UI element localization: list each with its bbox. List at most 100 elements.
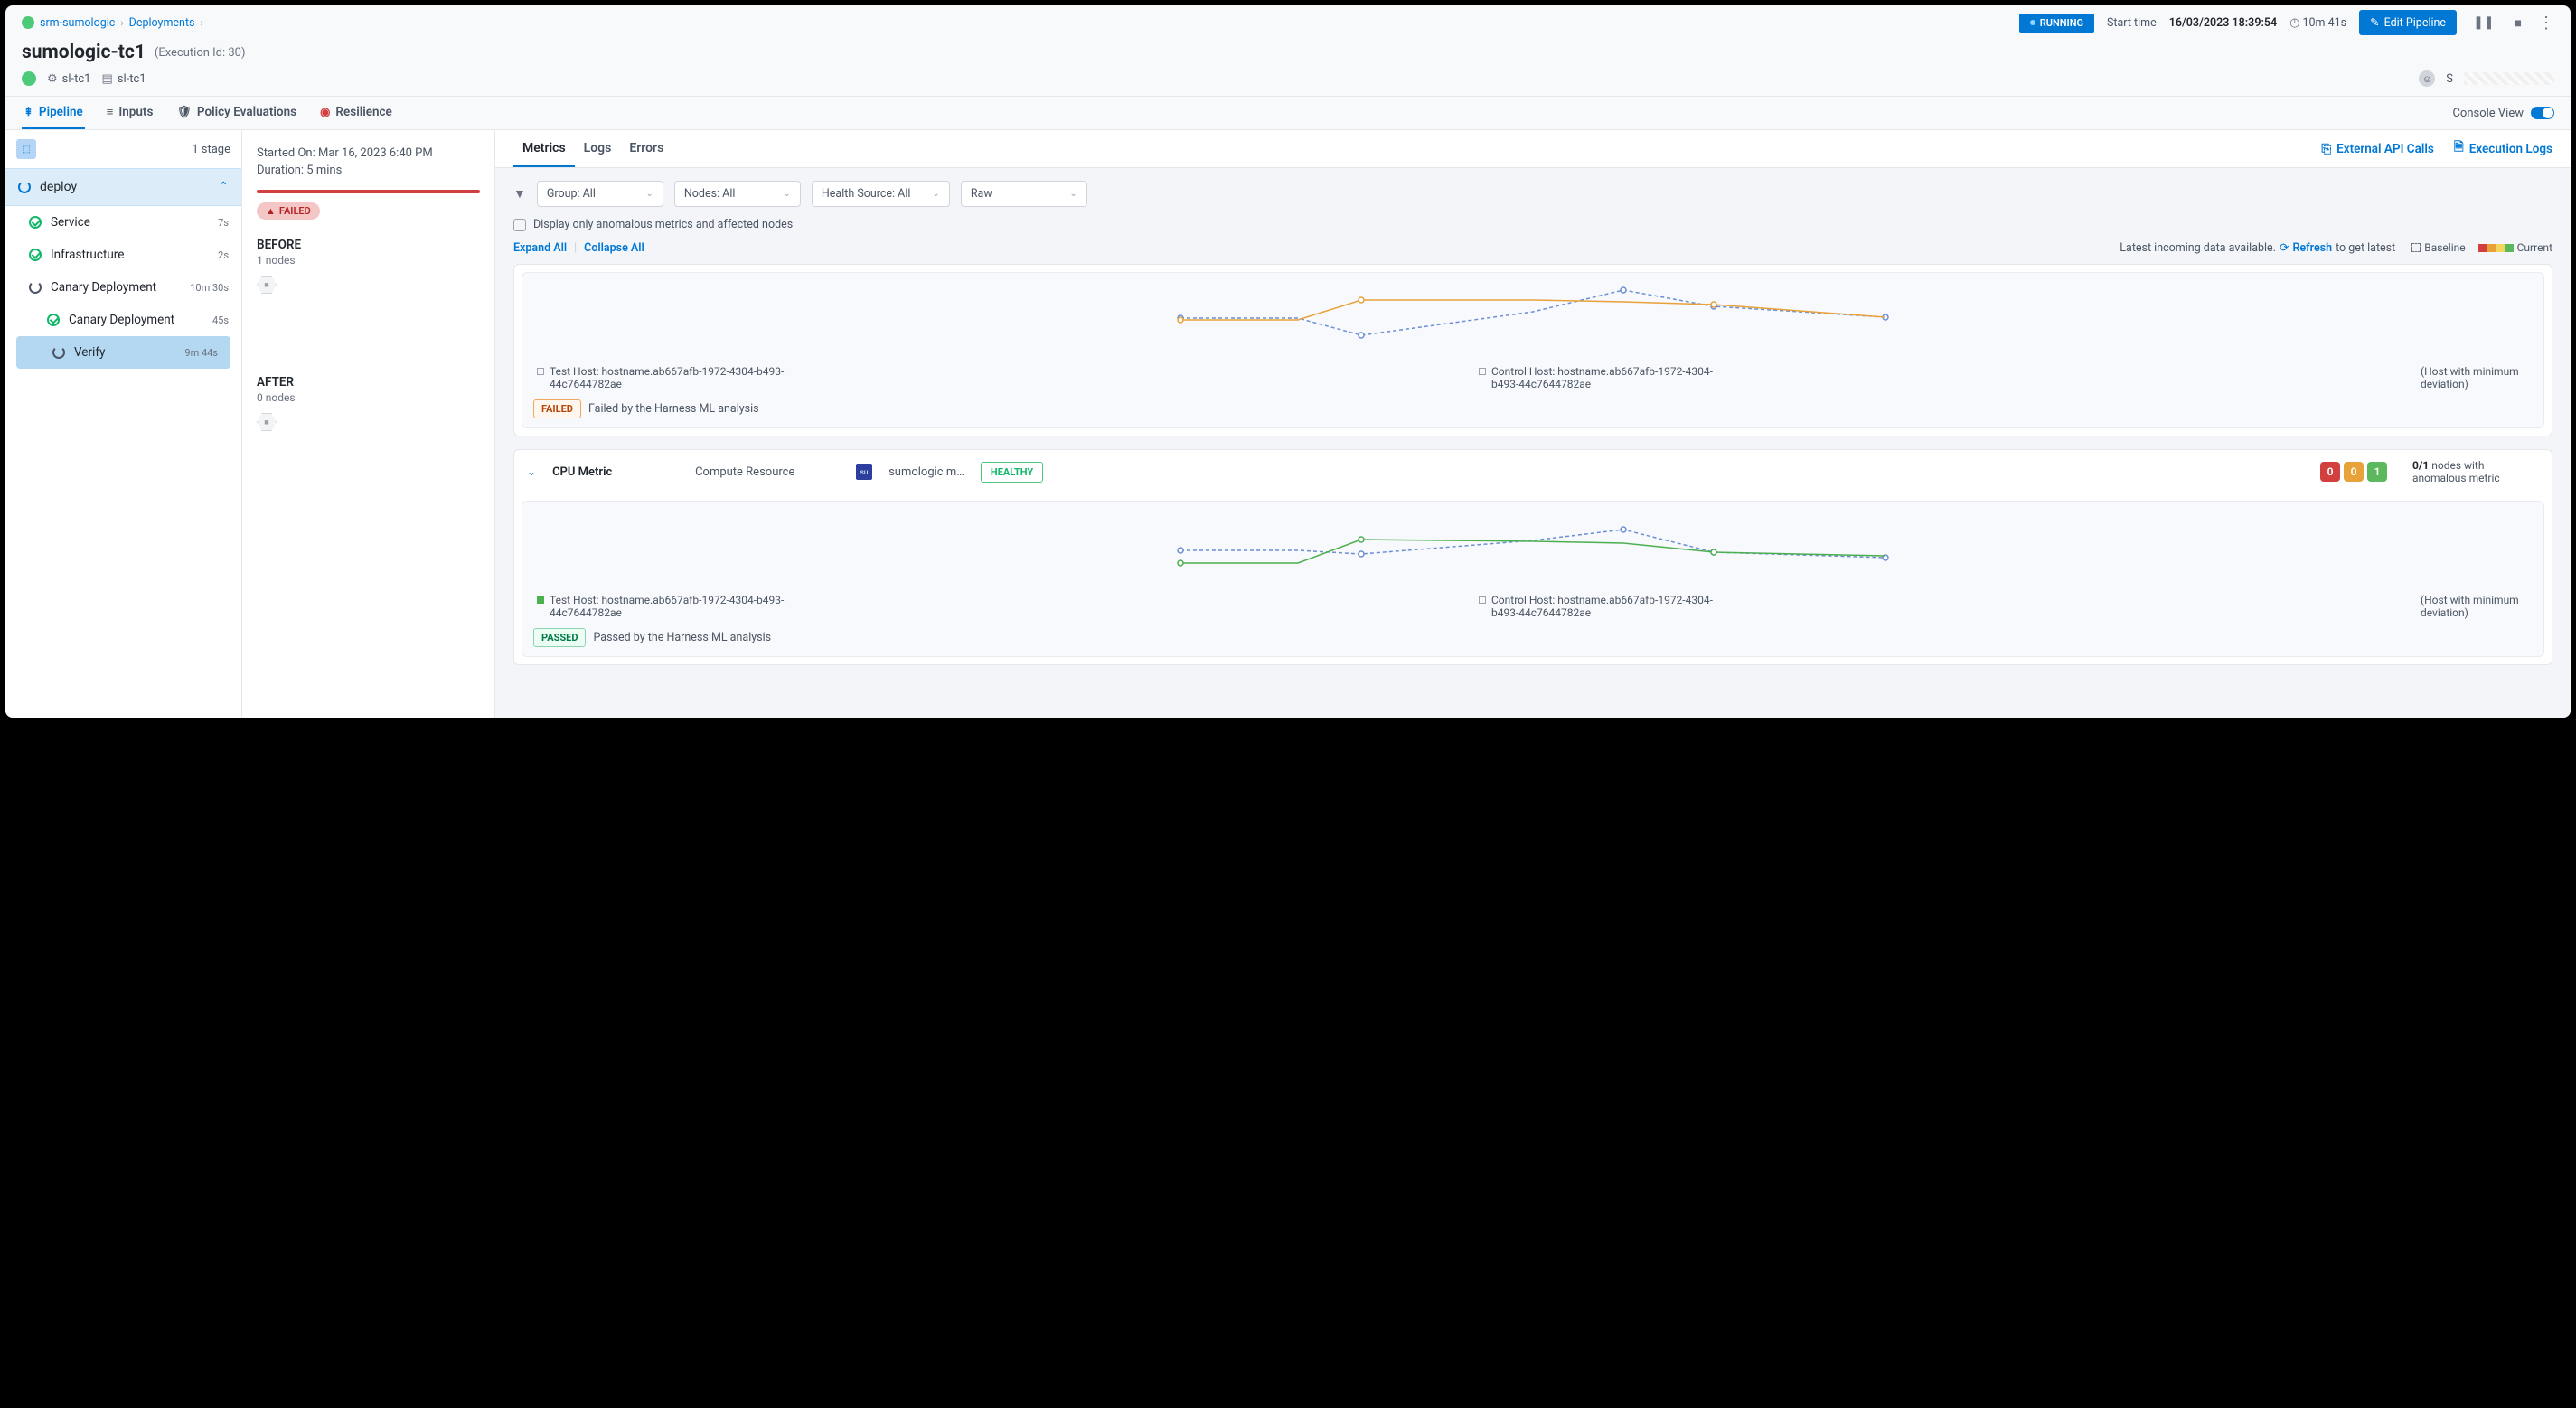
doc-icon: 🗎 (2454, 138, 2464, 159)
step-canary[interactable]: Canary Deployment 10m 30s (5, 271, 241, 304)
stage-sidebar: ⬚ 1 stage deploy ⌃ Service 7s Infrastruc… (5, 130, 242, 718)
execution-id: (Execution Id: 30) (155, 46, 246, 60)
pipeline-icon: ⇞ (24, 106, 33, 119)
analysis-message: Passed by the Harness ML analysis (593, 631, 771, 644)
pause-button[interactable]: ❚❚ (2469, 14, 2497, 32)
check-icon (29, 249, 42, 261)
chevron-right-icon: › (120, 17, 123, 29)
health-source-select[interactable]: Health Source: All⌄ (812, 181, 950, 207)
gear-icon (47, 72, 58, 86)
breadcrumb-project[interactable]: srm-sumologic (40, 16, 115, 30)
api-icon: ⎘ (2321, 142, 2331, 156)
tab-logs[interactable]: Logs (575, 130, 621, 167)
pencil-icon: ✎ (2370, 15, 2379, 30)
nodes-select[interactable]: Nodes: All⌄ (674, 181, 801, 207)
warning-icon: ▲ (266, 205, 276, 217)
breadcrumb: srm-sumologic › Deployments › (22, 16, 203, 30)
user-redacted (2464, 72, 2554, 85)
metric-chart[interactable] (533, 511, 2533, 583)
breadcrumb-section[interactable]: Deployments (129, 16, 195, 30)
tab-resilience[interactable]: ◉Resilience (318, 97, 394, 129)
tab-pipeline[interactable]: ⇞Pipeline (22, 97, 85, 129)
collapse-all-link[interactable]: Collapse All (584, 241, 644, 255)
infra-pill[interactable]: sl-tc1 (118, 72, 146, 86)
after-header: AFTER (257, 375, 480, 390)
spinner-icon (18, 181, 31, 193)
source-name: sumologic m… (888, 465, 964, 479)
analysis-status-failed: FAILED (533, 399, 581, 418)
after-count: 0 nodes (257, 391, 480, 404)
baseline-legend-icon (2411, 243, 2421, 252)
step-canary-sub[interactable]: Canary Deployment 45s (5, 304, 241, 336)
min-deviation: (Host with minimum deviation) (2421, 365, 2529, 390)
metric-card-cpu: ⌄ CPU Metric Compute Resource su sumolog… (513, 449, 2552, 665)
caret-down-icon[interactable]: ⌄ (527, 465, 536, 478)
chevron-down-icon: ⌄ (645, 189, 653, 199)
metric-type: Compute Resource (695, 465, 840, 479)
anomalous-checkbox[interactable] (513, 219, 526, 231)
stage-count: 1 stage (192, 143, 230, 156)
context-row: sl-tc1 sl-tc1 ☺ S (5, 70, 2571, 96)
page-title: sumologic-tc1 (22, 42, 146, 63)
filter-row: ▼ Group: All⌄ Nodes: All⌄ Health Source:… (495, 168, 2571, 214)
content-tabs: Metrics Logs Errors ⎘External API Calls … (495, 130, 2571, 168)
avatar[interactable]: ☺ (2419, 70, 2435, 87)
analysis-status-passed: PASSED (533, 628, 586, 647)
current-legend: Current (2517, 241, 2552, 254)
start-time-value: 16/03/2023 18:39:54 (2169, 16, 2277, 30)
step-verify[interactable]: Verify 9m 44s (16, 336, 230, 369)
chevron-down-icon: ⌄ (1069, 189, 1076, 199)
expand-all-link[interactable]: Expand All (513, 241, 567, 255)
node-hex-icon[interactable]: ■ (257, 413, 277, 431)
chevron-down-icon: ⌄ (932, 189, 939, 199)
before-count: 1 nodes (257, 254, 480, 267)
external-api-link[interactable]: ⎘External API Calls (2321, 138, 2434, 159)
step-detail: Started On: Mar 16, 2023 6:40 PM Duratio… (242, 130, 495, 718)
service-pill[interactable]: sl-tc1 (62, 72, 91, 86)
step-service[interactable]: Service 7s (5, 206, 241, 239)
more-menu-button[interactable]: ⋮ (2538, 14, 2554, 33)
started-on: Started On: Mar 16, 2023 6:40 PM (257, 146, 480, 160)
status-failed: ▲FAILED (257, 202, 320, 220)
group-select[interactable]: Group: All⌄ (537, 181, 663, 207)
check-icon (47, 314, 60, 326)
anomalous-count: 0/1 nodes with anomalous metric (2412, 459, 2539, 484)
aggregation-select[interactable]: Raw⌄ (961, 181, 1087, 207)
stop-button[interactable]: ■ (2511, 14, 2525, 33)
tab-inputs[interactable]: ≡Inputs (105, 97, 155, 129)
metric-chart[interactable] (533, 282, 2533, 354)
latest-tail: to get latest (2336, 241, 2395, 255)
console-view-label: Console View (2452, 107, 2524, 120)
step-infrastructure[interactable]: Infrastructure 2s (5, 239, 241, 271)
badge-amber: 0 (2344, 462, 2364, 482)
metric-name: CPU Metric (552, 465, 679, 479)
tab-policy[interactable]: 🛡Policy Evaluations (174, 97, 298, 129)
control-host: Control Host: hostname.ab667afb-1972-430… (1491, 365, 1726, 390)
resilience-icon: ◉ (320, 106, 330, 119)
duration: Duration: 5 mins (257, 164, 480, 177)
test-host: Test Host: hostname.ab667afb-1972-4304-b… (550, 594, 785, 619)
badge-green: 1 (2367, 462, 2387, 482)
control-host-swatch (1479, 596, 1486, 604)
current-legend-icon (2478, 244, 2514, 252)
test-host-swatch (537, 596, 544, 604)
elapsed: 10m 41s (2289, 16, 2346, 30)
stage-deploy[interactable]: deploy ⌃ (5, 168, 241, 206)
metric-card-failed: Test Host: hostname.ab667afb-1972-4304-b… (513, 264, 2552, 436)
spinner-icon (52, 346, 65, 359)
edit-pipeline-button[interactable]: ✎Edit Pipeline (2359, 10, 2457, 35)
chevron-up-icon: ⌃ (218, 180, 229, 194)
tab-errors[interactable]: Errors (620, 130, 672, 167)
node-hex-icon[interactable]: ■ (257, 276, 277, 294)
progress-bar (257, 190, 480, 193)
project-icon (22, 16, 34, 29)
start-time-label: Start time (2107, 16, 2157, 30)
execution-logs-link[interactable]: 🗎Execution Logs (2454, 138, 2552, 159)
before-header: BEFORE (257, 238, 480, 252)
stage-icon[interactable]: ⬚ (16, 139, 36, 159)
filter-icon[interactable]: ▼ (513, 186, 526, 202)
refresh-link[interactable]: Refresh (2292, 241, 2332, 255)
tab-metrics[interactable]: Metrics (513, 130, 575, 167)
console-view-toggle[interactable] (2531, 107, 2554, 119)
badge-red: 0 (2320, 462, 2340, 482)
